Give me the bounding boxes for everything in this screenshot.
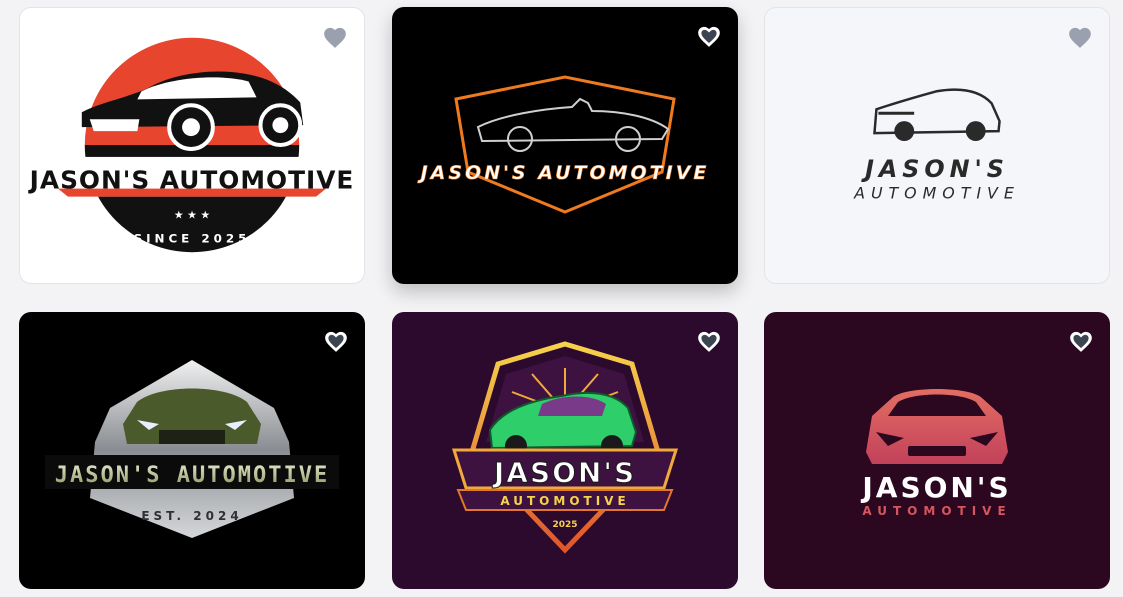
logo-chrome-shield: JASON'S AUTOMOTIVE EST. 2024: [45, 360, 339, 538]
brand-subname: AUTOMOTIVE: [500, 494, 629, 508]
brand-subname: AUTOMOTIVE: [853, 184, 1020, 203]
logo-results-grid: JASON'S AUTOMOTIVE ★ ★ ★ SINCE 2025 JASO…: [0, 0, 1123, 597]
heart-icon: [1069, 27, 1091, 48]
brand-name: JASON'S AUTOMOTIVE: [417, 162, 710, 184]
logo-card-6[interactable]: JASON'S AUTOMOTIVE: [764, 312, 1110, 589]
logo-card-4[interactable]: JASON'S AUTOMOTIVE EST. 2024: [19, 312, 365, 589]
logo-emblem-orange-hexagon: JASON'S AUTOMOTIVE: [416, 75, 710, 214]
tagline: SINCE 2025: [134, 231, 251, 245]
logo-card-5[interactable]: JASON'S AUTOMOTIVE 2025: [392, 312, 738, 589]
brand-name: JASON'S AUTOMOTIVE: [28, 166, 355, 195]
favorite-button[interactable]: [1065, 22, 1095, 52]
heart-icon: [324, 27, 346, 48]
tagline: EST. 2024: [141, 509, 242, 523]
brand-name: JASON'S: [492, 456, 636, 489]
brand-name: JASON'S: [861, 155, 1009, 183]
logo-pink-supercar-front: JASON'S AUTOMOTIVE: [860, 389, 1011, 518]
logo-card-1[interactable]: JASON'S AUTOMOTIVE ★ ★ ★ SINCE 2025: [19, 7, 365, 284]
favorite-button[interactable]: [320, 22, 350, 52]
heart-icon: [1070, 331, 1092, 352]
brand-name: JASON'S AUTOMOTIVE: [55, 463, 329, 488]
favorite-button[interactable]: [321, 326, 351, 356]
logo-card-3[interactable]: JASON'S AUTOMOTIVE: [764, 7, 1110, 284]
tagline: 2025: [552, 520, 577, 530]
heart-icon: [325, 331, 347, 352]
favorite-button[interactable]: [1066, 326, 1096, 356]
brand-subname: AUTOMOTIVE: [862, 504, 1011, 518]
logo-card-2[interactable]: JASON'S AUTOMOTIVE: [392, 7, 738, 284]
heart-icon: [698, 26, 720, 47]
heart-icon: [698, 331, 720, 352]
logo-green-car-badge: JASON'S AUTOMOTIVE 2025: [451, 341, 679, 554]
stars: ★ ★ ★: [174, 208, 210, 221]
brand-name: JASON'S: [860, 471, 1011, 504]
favorite-button[interactable]: [694, 21, 724, 51]
favorite-button[interactable]: [694, 326, 724, 356]
logo-emblem-red-circle: JASON'S AUTOMOTIVE ★ ★ ★ SINCE 2025: [28, 37, 355, 265]
logo-minimal-car-sketch: JASON'S AUTOMOTIVE: [853, 88, 1020, 203]
